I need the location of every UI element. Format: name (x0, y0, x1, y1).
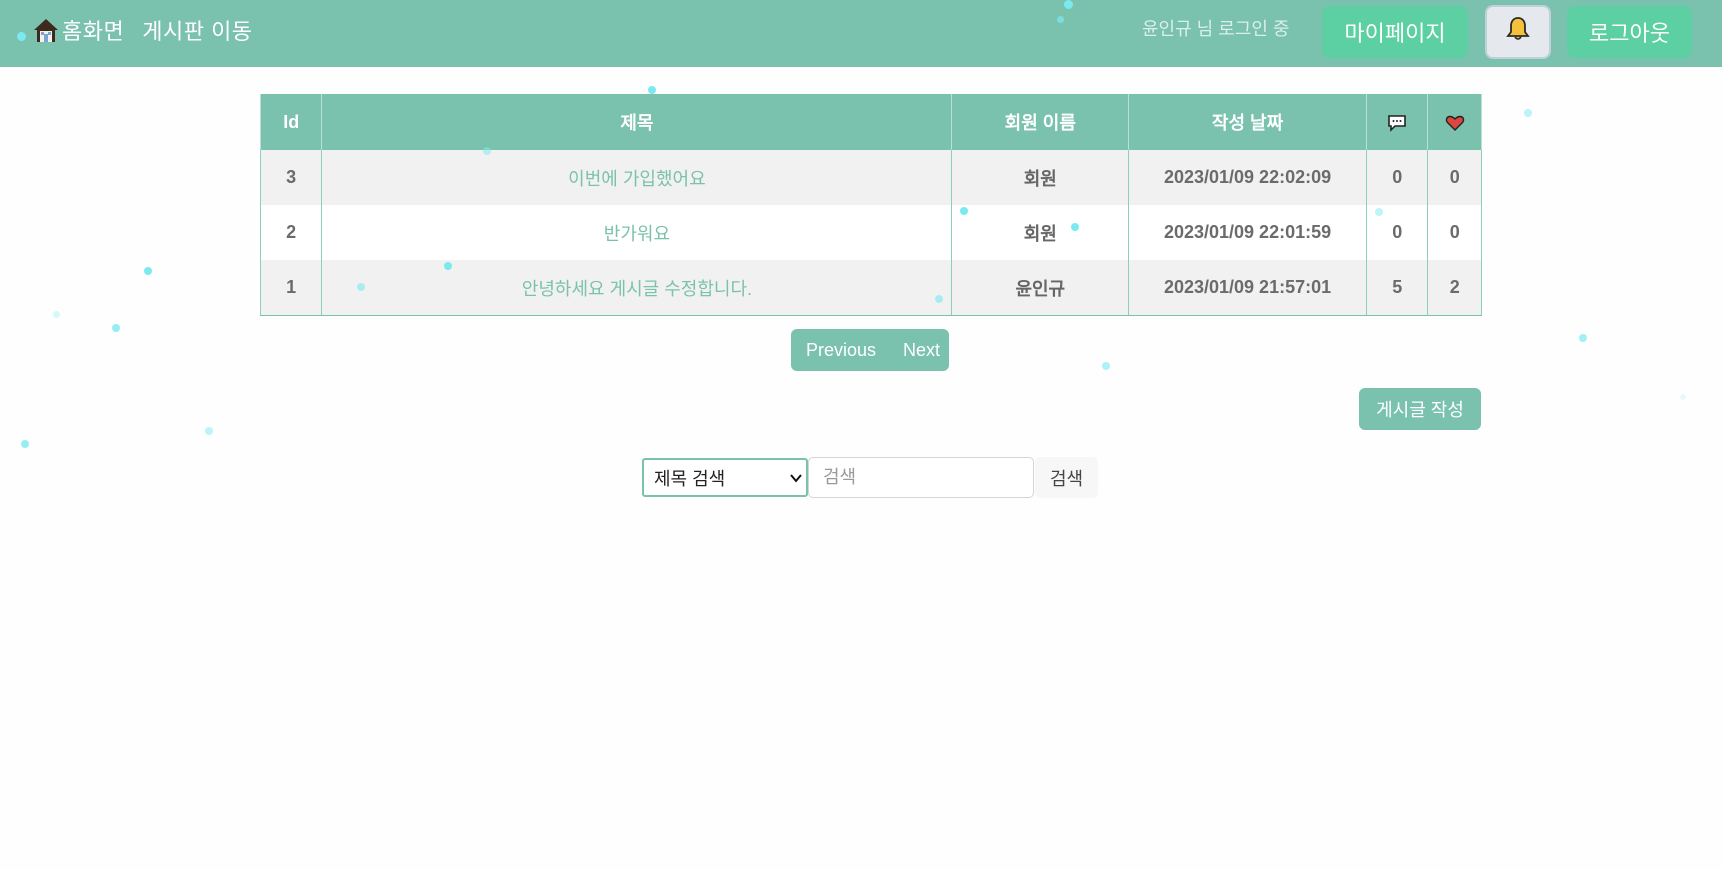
table-row[interactable]: 2 반가워요 회원 2023/01/09 22:01:59 0 0 (259, 205, 1482, 260)
table-row[interactable]: 3 이번에 가입했어요 회원 2023/01/09 22:02:09 0 0 (259, 150, 1482, 205)
post-author: 회원 (951, 150, 1130, 205)
decor-dot (1102, 362, 1110, 370)
post-date: 2023/01/09 22:02:09 (1128, 150, 1367, 205)
post-author: 회원 (951, 205, 1130, 260)
decor-dot (444, 262, 452, 270)
heart-icon (1445, 112, 1465, 132)
decor-dot (1375, 208, 1383, 216)
pagination: Previous Next (791, 329, 949, 371)
table-header-row: Id 제목 회원 이름 작성 날짜 (259, 94, 1482, 150)
header-author: 회원 이름 (951, 94, 1130, 150)
home-icon[interactable] (32, 16, 60, 44)
post-author: 윤인규 (951, 260, 1130, 316)
post-date: 2023/01/09 22:01:59 (1128, 205, 1367, 260)
nav-left-group: 홈화면 게시판 이동 (32, 14, 271, 46)
bell-icon (1505, 15, 1531, 49)
post-title-link[interactable]: 반가워요 (321, 205, 953, 260)
decor-dot (960, 207, 968, 215)
decor-dot (1524, 109, 1532, 117)
post-comment-count: 0 (1365, 150, 1429, 205)
decor-dot (144, 267, 152, 275)
previous-page-button[interactable]: Previous (806, 340, 876, 361)
post-id: 3 (259, 150, 323, 205)
decor-dot (1579, 334, 1587, 342)
decor-dot (53, 311, 60, 318)
notification-button[interactable] (1485, 5, 1551, 59)
next-page-button[interactable]: Next (903, 340, 940, 361)
decor-dot (483, 147, 491, 155)
decor-dot (1680, 394, 1686, 400)
board-table: Id 제목 회원 이름 작성 날짜 3 이번에 가입했어요 회원 2023/01… (259, 94, 1482, 316)
top-navbar: 홈화면 게시판 이동 윤인규 님 로그인 중 마이페이지 로그아웃 (0, 0, 1722, 67)
board-link[interactable]: 게시판 이동 (142, 14, 252, 46)
table-row[interactable]: 1 안녕하세요 게시글 수정합니다. 윤인규 2023/01/09 21:57:… (259, 260, 1482, 316)
decor-dot (1064, 0, 1073, 9)
decor-dot (1057, 16, 1064, 23)
post-id: 2 (259, 205, 323, 260)
post-title-link[interactable]: 안녕하세요 게시글 수정합니다. (321, 260, 953, 316)
mypage-button[interactable]: 마이페이지 (1322, 6, 1468, 58)
post-id: 1 (259, 260, 323, 316)
post-date: 2023/01/09 21:57:01 (1128, 260, 1367, 316)
post-title-link[interactable]: 이번에 가입했어요 (321, 150, 953, 205)
decor-dot (648, 86, 656, 94)
post-comment-count: 5 (1365, 260, 1429, 316)
decor-dot (112, 324, 120, 332)
decor-dot (935, 295, 943, 303)
comment-icon (1387, 112, 1407, 132)
home-link[interactable]: 홈화면 (62, 14, 124, 46)
header-id: Id (259, 94, 323, 150)
header-date: 작성 날짜 (1128, 94, 1367, 150)
decor-dot (21, 440, 29, 448)
post-like-count: 0 (1427, 150, 1482, 205)
logout-button[interactable]: 로그아웃 (1567, 6, 1692, 58)
header-likes (1427, 94, 1482, 150)
login-status-text: 윤인규 님 로그인 중 (1142, 19, 1290, 39)
search-input[interactable] (808, 457, 1034, 498)
search-button[interactable]: 검색 (1035, 457, 1098, 498)
decor-dot (205, 427, 213, 435)
post-like-count: 0 (1427, 205, 1482, 260)
search-type-value: 제목 검색 (654, 468, 726, 489)
header-title: 제목 (321, 94, 953, 150)
header-comments (1365, 94, 1429, 150)
search-type-select[interactable]: 제목 검색 (642, 458, 808, 497)
decor-dot (1071, 223, 1079, 231)
chevron-down-icon (790, 467, 802, 488)
write-post-button[interactable]: 게시글 작성 (1359, 388, 1481, 430)
decor-dot (17, 32, 26, 41)
post-like-count: 2 (1427, 260, 1482, 316)
decor-dot (357, 283, 365, 291)
